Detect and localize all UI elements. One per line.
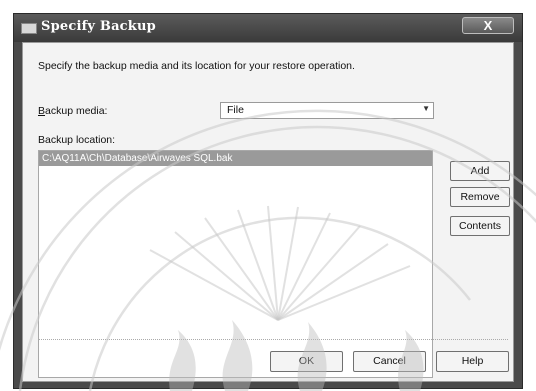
dialog-title: Specify Backup [41, 19, 156, 34]
backup-media-select[interactable]: File ▼ [220, 102, 434, 119]
cancel-button[interactable]: Cancel [353, 351, 426, 372]
instruction-text: Specify the backup media and its locatio… [38, 60, 355, 72]
close-button[interactable]: X [462, 17, 514, 34]
remove-button[interactable]: Remove [450, 187, 510, 207]
backup-location-list[interactable]: C:\AQ11A\Ch\Database\Airwaves SQL.bak [38, 150, 433, 378]
backup-media-value: File [227, 104, 244, 116]
backup-location-label: Backup location: [38, 134, 116, 146]
help-button[interactable]: Help [436, 351, 509, 372]
list-item[interactable]: C:\AQ11A\Ch\Database\Airwaves SQL.bak [39, 151, 432, 166]
add-button[interactable]: Add [450, 161, 510, 181]
backup-media-label: Backup media: [38, 105, 108, 117]
chevron-down-icon[interactable]: ▼ [422, 104, 430, 113]
title-bar[interactable]: Specify Backup X [14, 14, 522, 42]
contents-button[interactable]: Contents [450, 216, 510, 236]
ok-button[interactable]: OK [270, 351, 343, 372]
dialog-body: Specify the backup media and its locatio… [22, 42, 514, 382]
specify-backup-dialog: Specify Backup X Specify the backup medi… [13, 13, 523, 389]
app-icon [21, 23, 37, 34]
divider [38, 339, 508, 340]
